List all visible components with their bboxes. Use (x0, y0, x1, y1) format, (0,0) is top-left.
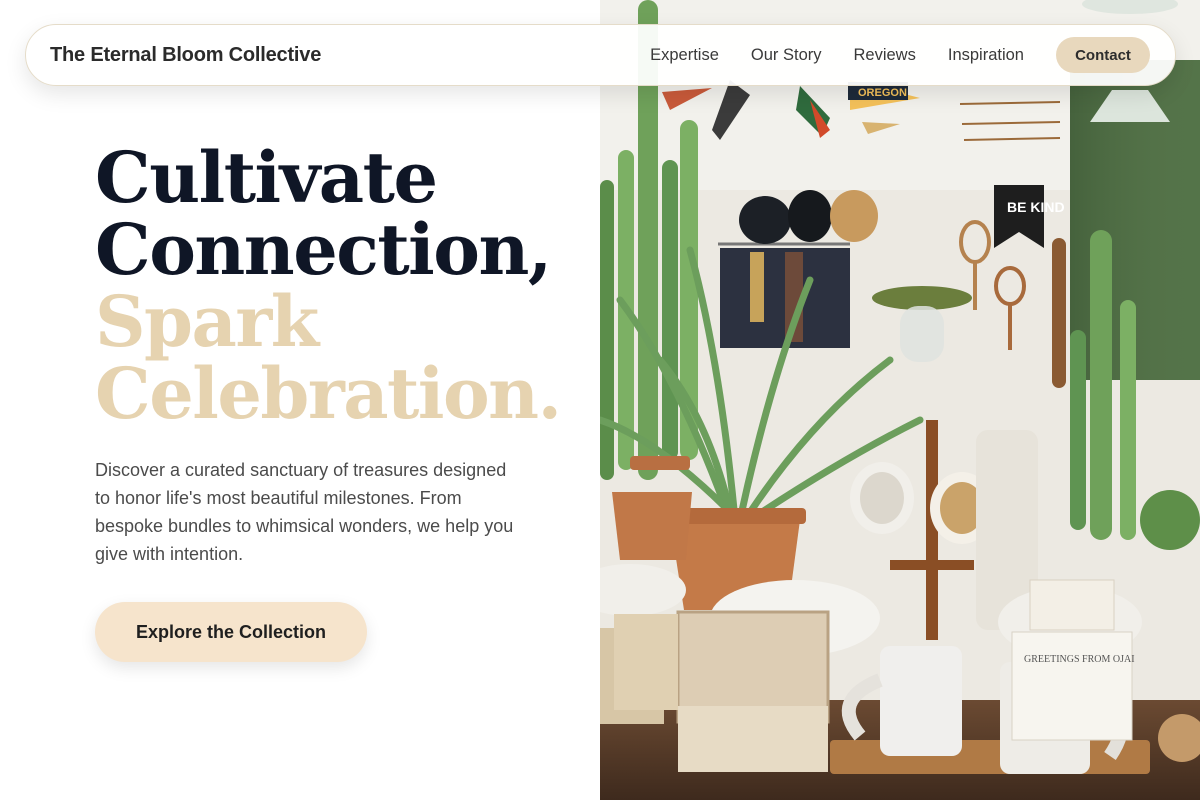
nav-link-inspiration[interactable]: Inspiration (948, 46, 1024, 65)
headline-line-2: Connection, (95, 208, 552, 291)
wooden-box (678, 612, 828, 722)
hero-headline: Cultivate Connection, Spark Celebration. (95, 142, 595, 430)
nav-link-expertise[interactable]: Expertise (650, 46, 719, 65)
nav-link-reviews[interactable]: Reviews (854, 46, 916, 65)
contact-button[interactable]: Contact (1056, 37, 1150, 73)
headline-line-3: Spark (95, 280, 319, 363)
top-navigation-bar: The Eternal Bloom Collective Expertise O… (25, 24, 1176, 86)
headline-line-4: Celebration. (95, 352, 562, 435)
headline-line-1: Cultivate (95, 136, 438, 219)
hero-section: Cultivate Connection, Spark Celebration.… (95, 142, 595, 662)
nav-link-our-story[interactable]: Our Story (751, 46, 822, 65)
banner-text: BE KIND (1007, 199, 1065, 215)
pennant-label: OREGON (858, 87, 907, 99)
card-text: GREETINGS FROM OJAI (1024, 654, 1135, 665)
nav-links: Expertise Our Story Reviews Inspiration … (650, 37, 1150, 73)
mug-tree (926, 420, 938, 640)
brand-logo-text[interactable]: The Eternal Bloom Collective (50, 44, 321, 67)
hero-photo: OREGON BE KIND GREETINGS FROM OJAI (600, 0, 1200, 800)
white-mug (880, 646, 962, 756)
shop-interior-illustration: OREGON BE KIND GREETINGS FROM OJAI (600, 0, 1200, 800)
explore-collection-button[interactable]: Explore the Collection (95, 602, 367, 662)
greeting-card (1011, 631, 1133, 741)
hero-description: Discover a curated sanctuary of treasure… (95, 460, 514, 564)
